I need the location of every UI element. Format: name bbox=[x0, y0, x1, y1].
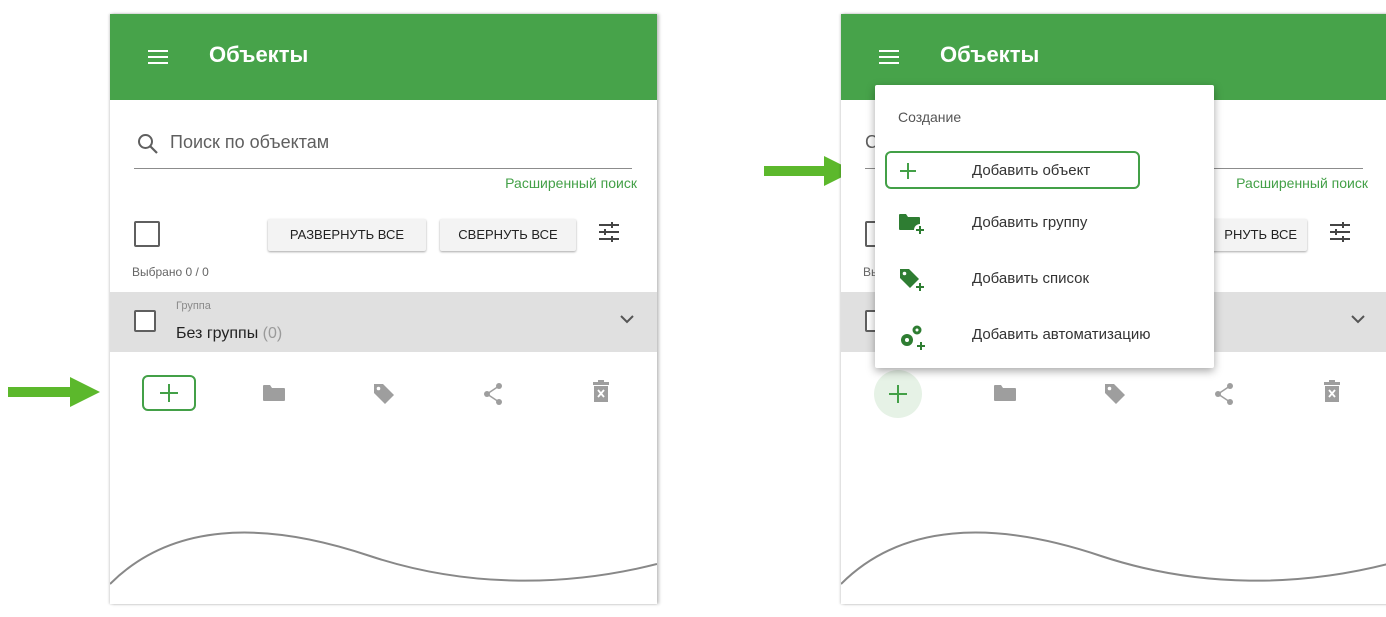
group-row[interactable]: Группа Без группы (0) bbox=[110, 292, 657, 352]
folder-plus-icon bbox=[899, 214, 926, 236]
select-all-checkbox[interactable] bbox=[134, 221, 160, 247]
tune-icon[interactable] bbox=[1329, 222, 1351, 242]
app-bar: Объекты bbox=[110, 14, 657, 100]
chevron-down-icon[interactable] bbox=[1350, 314, 1366, 324]
group-name: Без группы (0) bbox=[176, 325, 282, 343]
menu-header: Создание bbox=[898, 109, 962, 125]
objects-panel-left: Объекты Поиск по объектам Расширенный по… bbox=[110, 14, 657, 604]
group-count: (0) bbox=[262, 325, 283, 342]
plus-icon bbox=[160, 384, 178, 402]
menu-item-label: Добавить объект bbox=[972, 162, 1091, 179]
menu-icon[interactable] bbox=[879, 50, 899, 64]
share-icon[interactable] bbox=[482, 382, 504, 406]
search-input[interactable]: Поиск по объектам bbox=[134, 128, 632, 169]
page-title: Объекты bbox=[940, 42, 1040, 67]
search-placeholder: Поиск по объектам bbox=[170, 132, 330, 152]
menu-item-add-list[interactable]: Добавить список bbox=[875, 253, 1214, 305]
plus-icon bbox=[900, 163, 916, 179]
torn-edge-decoration bbox=[110, 531, 657, 604]
create-menu: Создание Добавить объект Добавить группу… bbox=[875, 85, 1214, 368]
delete-icon[interactable] bbox=[592, 380, 610, 404]
folder-icon[interactable] bbox=[262, 384, 286, 402]
menu-item-label: Добавить список bbox=[972, 270, 1090, 287]
tune-icon[interactable] bbox=[598, 222, 620, 242]
pointer-arrow-left-icon bbox=[8, 377, 100, 407]
action-bar bbox=[110, 370, 657, 426]
tag-plus-icon bbox=[900, 269, 926, 293]
chevron-down-icon[interactable] bbox=[619, 314, 635, 324]
tag-icon[interactable] bbox=[1103, 382, 1127, 406]
menu-icon[interactable] bbox=[148, 50, 168, 64]
page-title: Объекты bbox=[209, 42, 309, 67]
expand-all-button[interactable]: РАЗВЕРНУТЬ ВСЕ bbox=[268, 219, 426, 251]
menu-item-add-group[interactable]: Добавить группу bbox=[875, 197, 1214, 249]
collapse-all-button[interactable]: СВЕРНУТЬ ВСЕ bbox=[440, 219, 576, 251]
advanced-search-link[interactable]: Расширенный поиск bbox=[505, 175, 637, 191]
torn-edge-decoration bbox=[841, 531, 1386, 604]
group-name-text: Без группы bbox=[176, 325, 259, 342]
group-label: Группа bbox=[176, 300, 211, 312]
plus-icon bbox=[889, 385, 907, 403]
search-icon bbox=[138, 134, 158, 154]
folder-icon[interactable] bbox=[993, 384, 1017, 402]
delete-icon[interactable] bbox=[1323, 380, 1341, 404]
tag-icon[interactable] bbox=[372, 382, 396, 406]
menu-item-add-automation[interactable]: Добавить автоматизацию bbox=[875, 309, 1214, 361]
share-icon[interactable] bbox=[1213, 382, 1235, 406]
advanced-search-link[interactable]: Расширенный поиск bbox=[1236, 175, 1368, 191]
selected-count: Выбрано 0 / 0 bbox=[132, 265, 209, 279]
gears-plus-icon bbox=[901, 325, 925, 350]
menu-item-label: Добавить автоматизацию bbox=[972, 326, 1151, 343]
add-button[interactable] bbox=[142, 375, 196, 411]
menu-item-label: Добавить группу bbox=[972, 214, 1088, 231]
action-bar bbox=[841, 370, 1386, 426]
menu-item-add-object[interactable]: Добавить объект bbox=[875, 145, 1214, 197]
group-checkbox[interactable] bbox=[134, 310, 156, 332]
add-button[interactable] bbox=[874, 370, 922, 418]
